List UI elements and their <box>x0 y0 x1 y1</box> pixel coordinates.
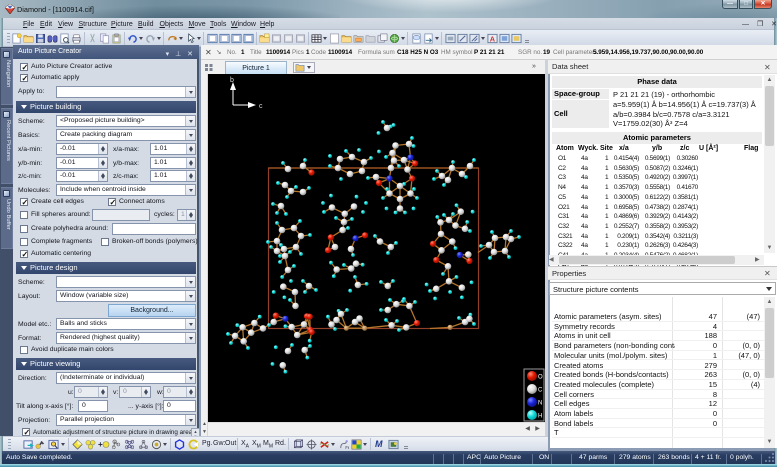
svg-text:A: A <box>490 34 496 43</box>
svg-text:H: H <box>538 414 542 420</box>
svg-text:Fe: Fe <box>345 445 349 450</box>
svg-text:C: C <box>538 388 543 394</box>
svg-text:c: c <box>259 103 263 110</box>
svg-text:O: O <box>538 375 543 381</box>
svg-text:N: N <box>538 401 542 407</box>
svg-text:b: b <box>230 77 234 84</box>
